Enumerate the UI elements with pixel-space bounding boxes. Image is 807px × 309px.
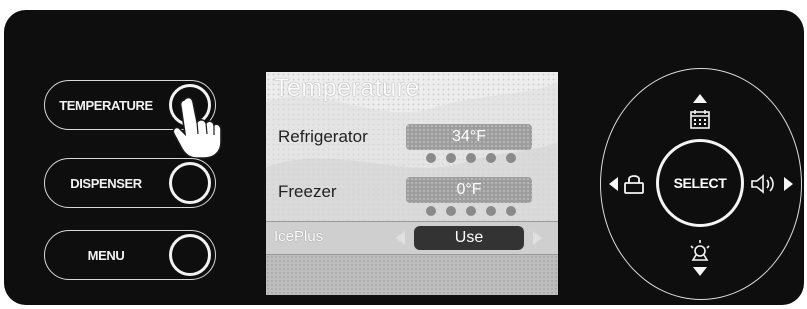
level-dot [426,206,436,216]
dispenser-button[interactable]: DISPENSER [44,158,216,208]
refrigerator-temp-value[interactable]: 34°F [406,124,532,150]
directional-pad: SELECT [600,68,802,300]
dispenser-button-ring[interactable] [169,162,211,204]
level-dot [446,153,456,163]
menu-button[interactable]: MENU [44,230,216,280]
refrigerator-level-dots [426,153,516,163]
level-dot [446,206,456,216]
freezer-temp-value[interactable]: 0°F [406,177,532,203]
level-dot [506,206,516,216]
control-panel: TEMPERATURE DISPENSER MENU Temperature R… [4,10,804,305]
down-arrow-icon[interactable] [693,267,707,276]
light-bulb-icon[interactable] [687,238,713,266]
display-screen: Temperature Refrigerator 34°F Freezer 0°… [266,72,558,295]
iceplus-value[interactable]: Use [414,226,524,250]
iceplus-label: IcePlus [274,228,324,245]
level-dot [486,153,496,163]
refrigerator-label: Refrigerator [278,127,368,146]
calendar-icon[interactable] [688,108,712,130]
iceplus-left-arrow-icon[interactable] [396,231,405,245]
select-button[interactable]: SELECT [656,139,744,227]
screen-bottom-bar [266,255,558,295]
level-dot [506,153,516,163]
level-dot [466,153,476,163]
speaker-icon[interactable] [750,172,780,196]
left-arrow-icon[interactable] [609,177,618,191]
menu-button-ring[interactable] [169,234,211,276]
freezer-label: Freezer [278,182,337,201]
lock-icon[interactable] [623,172,645,196]
pointing-hand-icon [172,96,222,159]
up-arrow-icon[interactable] [693,94,707,103]
temperature-button-label: TEMPERATURE [59,97,153,113]
right-arrow-icon[interactable] [784,177,793,191]
iceplus-row[interactable]: IcePlus Use [266,221,558,255]
dispenser-button-label: DISPENSER [70,175,142,191]
menu-button-label: MENU [87,247,125,263]
level-dot [466,206,476,216]
level-dot [486,206,496,216]
freezer-level-dots [426,206,516,216]
level-dot [426,153,436,163]
screen-title: Temperature [274,74,420,102]
iceplus-right-arrow-icon[interactable] [533,231,542,245]
